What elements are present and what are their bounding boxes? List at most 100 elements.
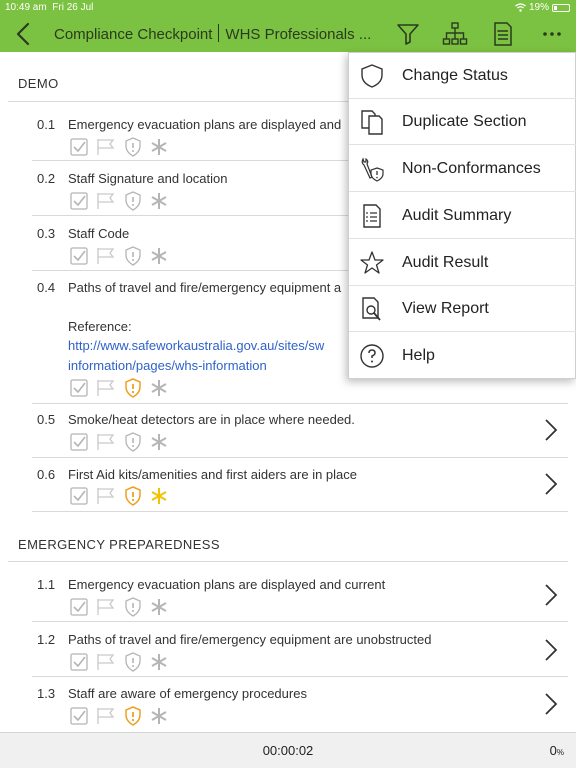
section-heading-emergency-preparedness: EMERGENCY PREPAREDNESS	[18, 537, 220, 552]
star-icon	[360, 251, 384, 274]
menu-item-audit-summary[interactable]: Audit Summary	[349, 193, 576, 239]
flag-icon[interactable]	[96, 487, 116, 505]
item-number: 1.1	[37, 577, 56, 592]
flag-icon[interactable]	[96, 379, 116, 397]
item-actions	[70, 652, 168, 672]
asterisk-icon[interactable]	[150, 247, 168, 265]
flag-icon[interactable]	[96, 433, 116, 451]
menu-item-change-status[interactable]: Change Status	[349, 53, 576, 99]
alert-shield-icon[interactable]	[124, 137, 142, 157]
menu-item-label: Duplicate Section	[402, 113, 527, 130]
checkbox-icon[interactable]	[70, 707, 88, 725]
flag-icon[interactable]	[96, 247, 116, 265]
report-icon[interactable]	[490, 21, 516, 47]
alert-shield-icon[interactable]	[124, 706, 142, 726]
chevron-right-icon[interactable]	[544, 638, 558, 662]
item-text: First Aid kits/amenities and first aider…	[68, 467, 358, 482]
flag-icon[interactable]	[96, 653, 116, 671]
row-divider	[32, 457, 568, 458]
menu-item-audit-result[interactable]: Audit Result	[349, 240, 576, 286]
more-icon[interactable]	[539, 21, 565, 47]
chevron-right-icon[interactable]	[544, 418, 558, 442]
item-actions	[70, 246, 168, 266]
item-number: 1.3	[37, 686, 56, 701]
row-divider	[32, 511, 568, 512]
checkbox-icon[interactable]	[70, 379, 88, 397]
chevron-right-icon[interactable]	[544, 472, 558, 496]
item-number: 0.4	[37, 280, 56, 295]
checkbox-icon[interactable]	[70, 247, 88, 265]
item-number: 0.1	[37, 117, 56, 132]
flag-icon[interactable]	[96, 138, 116, 156]
filter-icon[interactable]	[395, 21, 421, 47]
help-icon	[360, 344, 384, 368]
report-search-icon	[362, 297, 381, 321]
checkbox-icon[interactable]	[70, 192, 88, 210]
audit-title: Compliance Checkpoint	[54, 26, 213, 43]
alert-shield-icon[interactable]	[124, 486, 142, 506]
asterisk-icon[interactable]	[150, 379, 168, 397]
row-divider	[32, 621, 568, 622]
checkbox-icon[interactable]	[70, 487, 88, 505]
chevron-right-icon[interactable]	[544, 692, 558, 716]
item-number: 0.3	[37, 226, 56, 241]
reference-link[interactable]: http://www.safeworkaustralia.gov.au/site…	[68, 338, 324, 353]
menu-item-label: Audit Summary	[402, 207, 512, 224]
checkbox-icon[interactable]	[70, 598, 88, 616]
asterisk-icon[interactable]	[150, 707, 168, 725]
battery-icon	[552, 3, 570, 12]
item-actions	[70, 378, 168, 398]
alert-shield-icon[interactable]	[124, 246, 142, 266]
alert-shield-icon[interactable]	[124, 597, 142, 617]
asterisk-icon[interactable]	[150, 433, 168, 451]
menu-item-duplicate-section[interactable]: Duplicate Section	[349, 99, 576, 145]
alert-shield-icon[interactable]	[124, 378, 142, 398]
audit-subtitle: WHS Professionals ...	[225, 26, 372, 43]
menu-item-label: View Report	[402, 300, 489, 317]
flag-icon[interactable]	[96, 598, 116, 616]
menu-item-non-conformances[interactable]: Non-Conformances	[349, 146, 576, 192]
asterisk-icon[interactable]	[150, 598, 168, 616]
tools-alert-icon	[361, 157, 384, 182]
page-title: Compliance Checkpoint WHS Professionals .…	[54, 24, 371, 43]
item-text: Paths of travel and fire/emergency equip…	[68, 280, 342, 295]
item-number: 0.2	[37, 171, 56, 186]
status-time: 10:49 am Fri 26 Jul	[5, 2, 94, 13]
item-actions	[70, 486, 168, 506]
section-heading-demo: DEMO	[18, 76, 59, 91]
item-text: Emergency evacuation plans are displayed…	[68, 117, 342, 132]
asterisk-icon[interactable]	[150, 138, 168, 156]
shield-icon	[361, 64, 383, 88]
wifi-icon	[515, 3, 526, 12]
alert-shield-icon[interactable]	[124, 652, 142, 672]
reference-link-continued[interactable]: information/pages/whs-information	[68, 358, 267, 373]
menu-item-help[interactable]: Help	[349, 333, 576, 379]
item-text: Smoke/heat detectors are in place where …	[68, 412, 355, 427]
menu-item-view-report[interactable]: View Report	[349, 286, 576, 332]
alert-shield-icon[interactable]	[124, 191, 142, 211]
completion-percent: 0%	[549, 743, 564, 758]
asterisk-icon[interactable]	[150, 192, 168, 210]
chevron-right-icon[interactable]	[544, 583, 558, 607]
item-actions	[70, 191, 168, 211]
item-text: Staff Signature and location	[68, 171, 228, 186]
overflow-menu: Change Status Duplicate Section Non-Conf…	[348, 52, 576, 379]
hierarchy-icon[interactable]	[442, 21, 468, 47]
item-actions	[70, 706, 168, 726]
alert-shield-icon[interactable]	[124, 432, 142, 452]
bottom-bar: 00:00:02 0%	[0, 732, 576, 768]
checkbox-icon[interactable]	[70, 653, 88, 671]
back-icon[interactable]	[14, 22, 34, 46]
asterisk-icon[interactable]	[150, 487, 168, 505]
item-text: Staff are aware of emergency procedures	[68, 686, 307, 701]
flag-icon[interactable]	[96, 192, 116, 210]
menu-item-label: Change Status	[402, 67, 508, 84]
checkbox-icon[interactable]	[70, 433, 88, 451]
row-divider	[32, 676, 568, 677]
status-bar: 10:49 am Fri 26 Jul 19%	[0, 0, 576, 15]
item-number: 0.5	[37, 412, 56, 427]
item-text: Staff Code	[68, 226, 130, 241]
checkbox-icon[interactable]	[70, 138, 88, 156]
flag-icon[interactable]	[96, 707, 116, 725]
asterisk-icon[interactable]	[150, 653, 168, 671]
